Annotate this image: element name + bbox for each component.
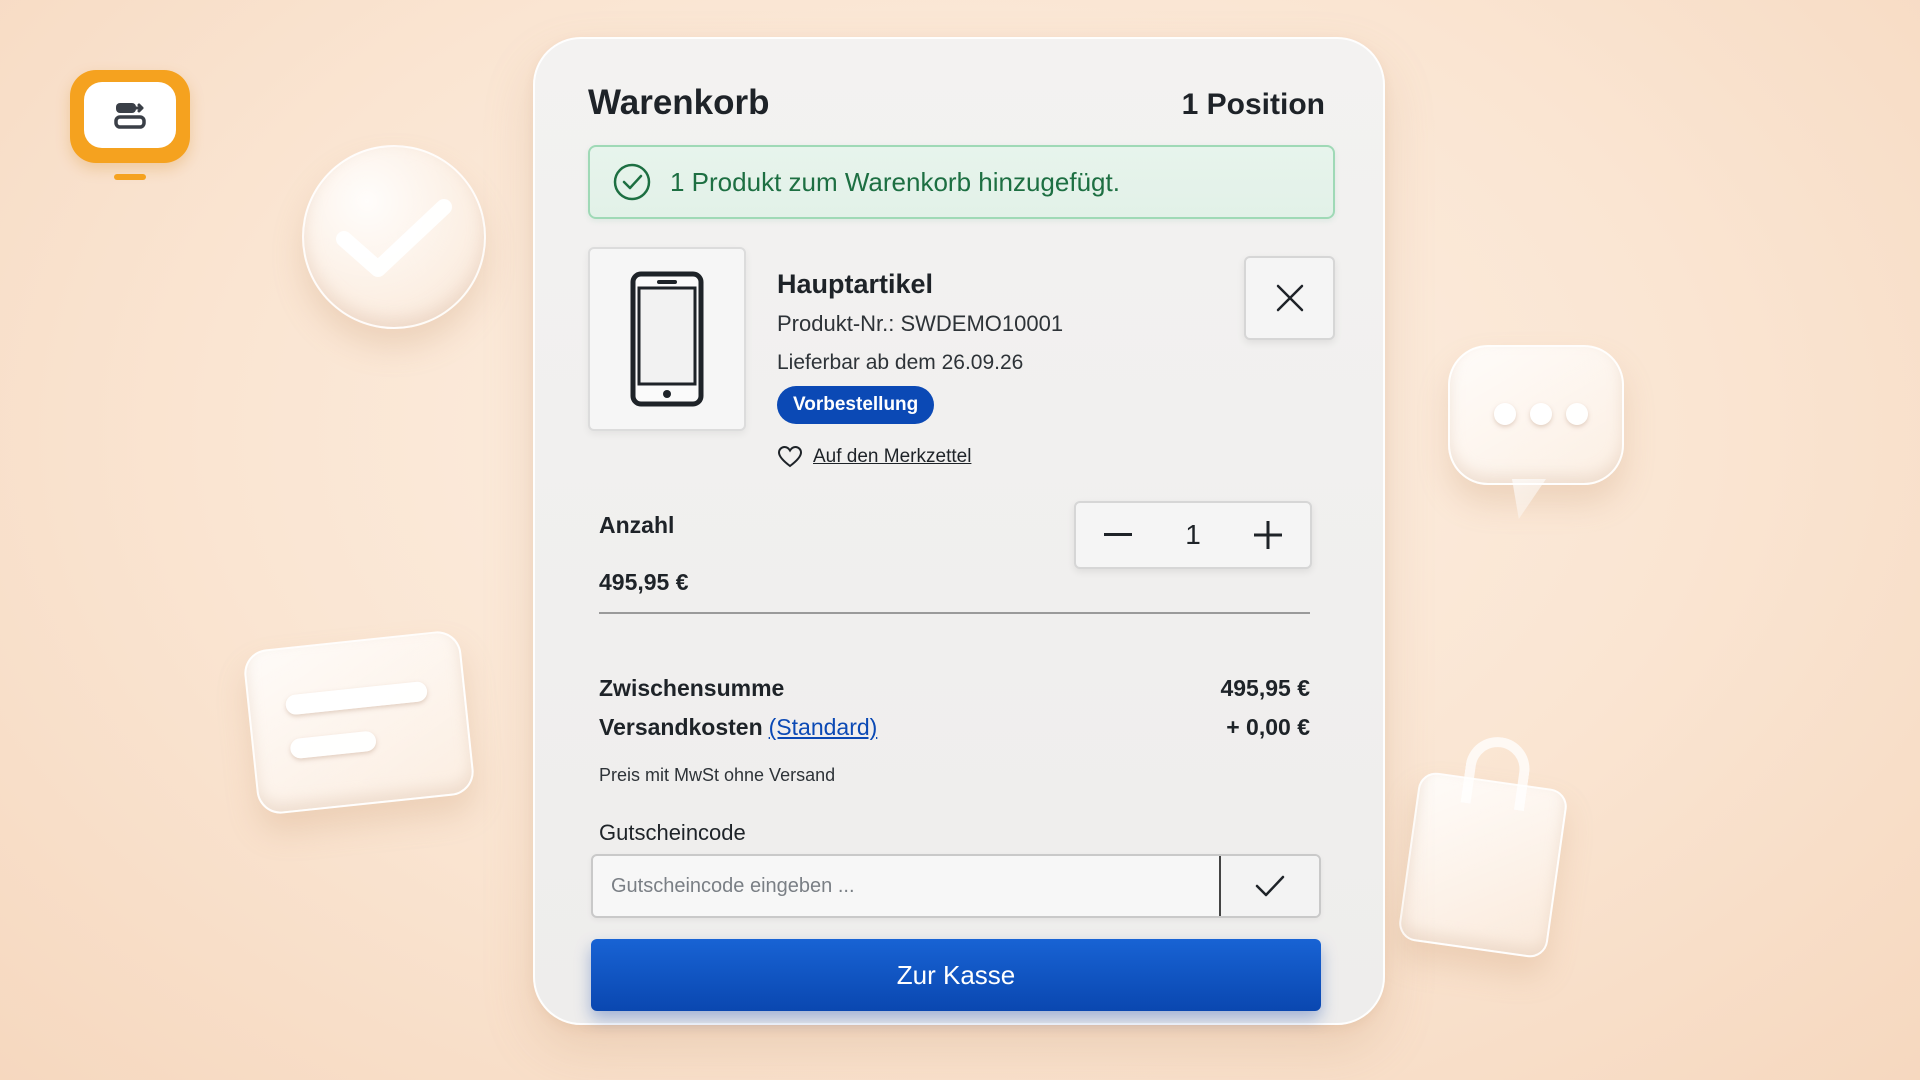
subtotal-row: Zwischensumme 495,95 €: [599, 675, 1310, 702]
quantity-value[interactable]: 1: [1185, 519, 1201, 551]
preorder-badge: Vorbestellung: [777, 386, 935, 424]
plus-icon: [1253, 521, 1282, 549]
subtotal-label: Zwischensumme: [599, 675, 785, 701]
delivery-info: Lieferbar ab dem 26.09.26: [777, 351, 1024, 374]
shipping-label: Versandkosten: [599, 714, 763, 740]
remove-item-button[interactable]: [1244, 256, 1335, 340]
shipping-method-link[interactable]: (Standard): [769, 714, 878, 740]
shipping-value: + 0,00 €: [1226, 714, 1310, 740]
logo-screen: [84, 82, 176, 148]
voucher-code-input[interactable]: [593, 856, 1219, 916]
voucher-form: [591, 854, 1321, 918]
tax-note: Preis mit MwSt ohne Versand: [599, 765, 836, 785]
checkmark-icon: [1255, 875, 1285, 897]
logo-stand: [114, 174, 146, 180]
smartphone-icon: [630, 271, 704, 407]
cart-header: Warenkorb 1 Position: [588, 83, 1325, 123]
summary-divider: [599, 612, 1310, 614]
shipping-row: Versandkosten (Standard) + 0,00 €: [599, 714, 1310, 741]
cart-title: Warenkorb: [588, 83, 770, 122]
brand-logo: [70, 70, 190, 163]
product-name[interactable]: Hauptartikel: [777, 269, 933, 300]
decorative-check-coin: [302, 145, 486, 329]
decorative-text-card: [241, 629, 477, 816]
quantity-label: Anzahl: [599, 512, 675, 538]
line-item-price: 495,95 €: [599, 569, 689, 595]
product-image[interactable]: [588, 247, 746, 431]
voucher-label: Gutscheincode: [599, 820, 746, 845]
cart-item-count: 1 Position: [1181, 88, 1325, 121]
checkout-button[interactable]: Zur Kasse: [591, 939, 1321, 1011]
quantity-stepper: 1: [1074, 501, 1312, 569]
minus-icon: [1104, 533, 1132, 536]
check-circle-icon: [613, 163, 651, 201]
success-alert: 1 Produkt zum Warenkorb hinzugefügt.: [588, 145, 1335, 219]
decorative-shopping-bag: [1396, 732, 1570, 960]
decorative-chat-bubble: [1448, 345, 1624, 519]
decrease-quantity-button[interactable]: [1098, 515, 1138, 555]
product-sku: Produkt-Nr.: SWDEMO10001: [777, 311, 1064, 336]
logo-icon: [114, 103, 146, 129]
subtotal-value: 495,95 €: [1220, 675, 1310, 701]
checkmark-icon: [336, 199, 452, 277]
heart-icon: [777, 445, 803, 468]
chat-dots-icon: [1494, 403, 1588, 425]
increase-quantity-button[interactable]: [1248, 515, 1288, 555]
wishlist-label[interactable]: Auf den Merkzettel: [813, 446, 971, 468]
close-icon: [1276, 284, 1303, 312]
apply-voucher-button[interactable]: [1219, 856, 1319, 916]
cart-panel: Warenkorb 1 Position 1 Produkt zum Waren…: [533, 37, 1385, 1025]
bag-handle-icon: [1460, 732, 1534, 812]
alert-message: 1 Produkt zum Warenkorb hinzugefügt.: [670, 166, 1120, 197]
add-to-wishlist-link[interactable]: Auf den Merkzettel: [777, 445, 971, 469]
